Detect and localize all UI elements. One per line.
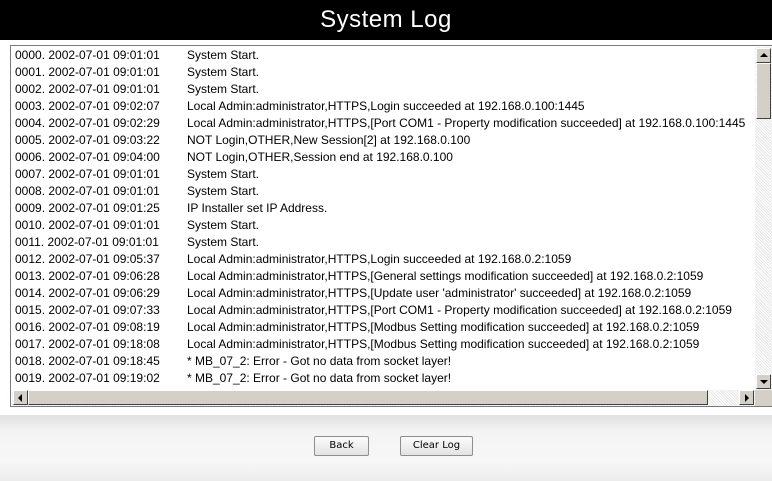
log-entry: 0003. 2002-07-01 09:02:07 Local Admin:adm… (15, 99, 585, 113)
log-entry: 0005. 2002-07-01 09:03:22 NOT Login,OTHER… (15, 133, 470, 147)
log-entry-timestamp: 0016. 2002-07-01 09:08:19 (15, 320, 160, 334)
log-entry-message: NOT Login,OTHER,Session end at 192.168.0… (187, 150, 453, 164)
log-entry-message: Local Admin:administrator,HTTPS,[Port CO… (187, 303, 732, 317)
log-entry-timestamp: 0006. 2002-07-01 09:04:00 (15, 150, 160, 164)
log-entry-timestamp: 0007. 2002-07-01 09:01:01 (15, 167, 160, 181)
log-entry: 0017. 2002-07-01 09:18:08 Local Admin:adm… (15, 337, 699, 351)
log-entry-timestamp: 0011. 2002-07-01 09:01:01 (15, 235, 159, 249)
scroll-up-button[interactable] (756, 48, 771, 63)
log-entry-message: Local Admin:administrator,HTTPS,Login su… (187, 252, 572, 266)
log-entry: 0018. 2002-07-01 09:18:45 * MB_07_2: Erro… (15, 354, 451, 368)
log-entry-timestamp: 0018. 2002-07-01 09:18:45 (15, 354, 160, 368)
arrow-up-icon (760, 53, 768, 57)
log-entry-message: System Start. (187, 218, 260, 232)
log-entry-message: IP Installer set IP Address. (187, 201, 328, 215)
log-entry-message: Local Admin:administrator,HTTPS,[General… (187, 269, 704, 283)
log-entry-message: NOT Login,OTHER,New Session[2] at 192.16… (187, 133, 471, 147)
back-button[interactable]: Back (314, 436, 369, 456)
log-entry-message: Local Admin:administrator,HTTPS,[Modbus … (187, 320, 700, 334)
arrow-down-icon (760, 380, 768, 384)
log-entry-timestamp: 0004. 2002-07-01 09:02:29 (15, 116, 160, 130)
arrow-right-icon (745, 394, 749, 402)
log-entry: 0009. 2002-07-01 09:01:25 IP Installer se… (15, 201, 327, 215)
log-entry-message: System Start. (187, 65, 260, 79)
log-entry-message: Local Admin:administrator,HTTPS,Login su… (187, 99, 585, 113)
horizontal-scroll-thumb[interactable] (28, 390, 708, 405)
horizontal-scrollbar[interactable] (12, 390, 755, 406)
log-entry-message: * MB_07_2: Error - Got no data from sock… (187, 354, 452, 368)
log-entry-timestamp: 0014. 2002-07-01 09:06:29 (15, 286, 160, 300)
log-entry: 0007. 2002-07-01 09:01:01 System Start. (15, 167, 259, 181)
log-entry-timestamp: 0015. 2002-07-01 09:07:33 (15, 303, 160, 317)
arrow-left-icon (18, 394, 22, 402)
scroll-right-button[interactable] (739, 390, 754, 405)
log-entry-timestamp: 0005. 2002-07-01 09:03:22 (15, 133, 160, 147)
log-entry-timestamp: 0002. 2002-07-01 09:01:01 (15, 82, 160, 96)
log-entry-message: System Start. (187, 82, 260, 96)
log-entry-timestamp: 0001. 2002-07-01 09:01:01 (15, 65, 160, 79)
log-entry-timestamp: 0000. 2002-07-01 09:01:01 (15, 48, 160, 62)
log-entry-timestamp: 0013. 2002-07-01 09:06:28 (15, 269, 160, 283)
log-entry: 0010. 2002-07-01 09:01:01 System Start. (15, 218, 259, 232)
log-entry: 0006. 2002-07-01 09:04:00 NOT Login,OTHER… (15, 150, 453, 164)
log-entry: 0012. 2002-07-01 09:05:37 Local Admin:adm… (15, 252, 571, 266)
button-bar (0, 415, 772, 481)
log-entry-timestamp: 0017. 2002-07-01 09:18:08 (15, 337, 160, 351)
log-entry-timestamp: 0003. 2002-07-01 09:02:07 (15, 99, 160, 113)
system-log-textarea[interactable]: 0000. 2002-07-01 09:01:01 System Start. 00… (10, 45, 772, 407)
log-entry: 0001. 2002-07-01 09:01:01 System Start. (15, 65, 259, 79)
log-entry-message: System Start. (187, 48, 260, 62)
log-entry: 0000. 2002-07-01 09:01:01 System Start. (15, 48, 259, 62)
log-entry: 0008. 2002-07-01 09:01:01 System Start. (15, 184, 259, 198)
page-title: System Log (0, 0, 772, 40)
log-entry-message: Local Admin:administrator,HTTPS,[Port CO… (187, 116, 746, 130)
scroll-left-button[interactable] (13, 390, 28, 405)
log-entry-timestamp: 0019. 2002-07-01 09:19:02 (15, 371, 160, 385)
log-entry: 0011. 2002-07-01 09:01:01 System Start. (15, 235, 259, 249)
scroll-down-button[interactable] (756, 374, 771, 389)
log-entry: 0014. 2002-07-01 09:06:29 Local Admin:adm… (15, 286, 691, 300)
log-entry-message: System Start. (187, 167, 260, 181)
system-log-page: System Log 0000. 2002-07-01 09:01:01 Syst… (0, 0, 772, 481)
clear-log-button[interactable]: Clear Log (400, 436, 473, 456)
log-entry-timestamp: 0009. 2002-07-01 09:01:25 (15, 201, 160, 215)
log-entry: 0002. 2002-07-01 09:01:01 System Start. (15, 82, 259, 96)
vertical-scrollbar[interactable] (755, 47, 772, 390)
log-content: 0000. 2002-07-01 09:01:01 System Start. 00… (12, 47, 755, 390)
vertical-scroll-thumb[interactable] (756, 63, 771, 119)
log-entry-message: * MB_07_2: Error - Got no data from sock… (187, 371, 452, 385)
log-entry: 0004. 2002-07-01 09:02:29 Local Admin:adm… (15, 116, 745, 130)
log-entry-message: Local Admin:administrator,HTTPS,[Modbus … (187, 337, 700, 351)
log-entry: 0016. 2002-07-01 09:08:19 Local Admin:adm… (15, 320, 699, 334)
log-entry-timestamp: 0010. 2002-07-01 09:01:01 (15, 218, 160, 232)
scrollbar-corner (755, 390, 772, 406)
log-entry-message: Local Admin:administrator,HTTPS,[Update … (187, 286, 692, 300)
log-entry: 0013. 2002-07-01 09:06:28 Local Admin:adm… (15, 269, 703, 283)
log-entry: 0015. 2002-07-01 09:07:33 Local Admin:adm… (15, 303, 732, 317)
log-entry-timestamp: 0008. 2002-07-01 09:01:01 (15, 184, 160, 198)
log-entry-message: System Start. (187, 184, 260, 198)
log-entry: 0019. 2002-07-01 09:19:02 * MB_07_2: Erro… (15, 371, 451, 385)
log-entry-timestamp: 0012. 2002-07-01 09:05:37 (15, 252, 160, 266)
log-entry-message: System Start. (187, 235, 260, 249)
